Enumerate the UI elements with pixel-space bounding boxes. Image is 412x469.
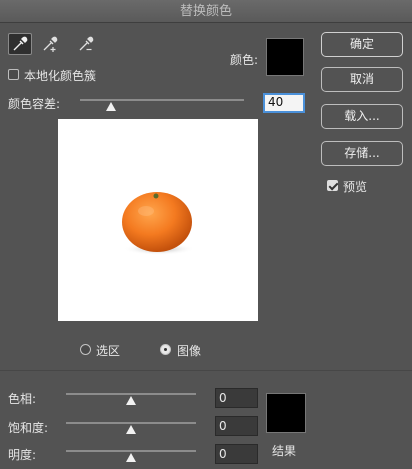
tangerine-image bbox=[122, 192, 195, 255]
localized-clusters-label: 本地化颜色簇 bbox=[24, 69, 97, 83]
fuzziness-slider[interactable] bbox=[80, 99, 244, 101]
lightness-input[interactable]: 0 bbox=[215, 444, 258, 464]
saturation-slider[interactable] bbox=[66, 422, 196, 424]
result-label: 结果 bbox=[272, 444, 297, 458]
hue-input[interactable]: 0 bbox=[215, 388, 258, 408]
save-button[interactable]: 存储... bbox=[321, 141, 403, 166]
hue-slider-thumb[interactable] bbox=[126, 396, 136, 405]
selection-color-swatch[interactable] bbox=[266, 38, 304, 76]
eyedropper-plus-icon bbox=[43, 36, 58, 52]
result-color-swatch[interactable] bbox=[266, 393, 306, 433]
image-view-label: 图像 bbox=[177, 344, 202, 358]
selection-view-label: 选区 bbox=[96, 344, 121, 358]
lightness-slider[interactable] bbox=[66, 450, 196, 452]
lightness-label: 明度: bbox=[8, 448, 37, 462]
preview-image[interactable] bbox=[58, 119, 258, 321]
lightness-slider-thumb[interactable] bbox=[126, 453, 136, 462]
hue-label: 色相: bbox=[8, 392, 37, 406]
fuzziness-input[interactable]: 40 bbox=[263, 93, 305, 113]
hue-slider[interactable] bbox=[66, 393, 196, 395]
section-divider bbox=[0, 370, 412, 371]
load-button[interactable]: 载入... bbox=[321, 104, 403, 129]
subtract-from-sample-tool[interactable] bbox=[74, 33, 98, 55]
saturation-input[interactable]: 0 bbox=[215, 416, 258, 436]
eyedropper-tool[interactable] bbox=[8, 33, 32, 55]
image-view-radio[interactable] bbox=[160, 344, 171, 355]
color-label: 颜色: bbox=[230, 53, 259, 67]
cancel-button[interactable]: 取消 bbox=[321, 67, 403, 92]
saturation-label: 饱和度: bbox=[8, 421, 49, 435]
eyedropper-icon bbox=[13, 36, 28, 51]
preview-label: 预览 bbox=[343, 180, 368, 194]
fuzziness-label: 颜色容差: bbox=[8, 97, 61, 111]
add-to-sample-tool[interactable] bbox=[38, 33, 62, 55]
selection-view-radio[interactable] bbox=[80, 344, 91, 355]
ok-button[interactable]: 确定 bbox=[321, 32, 403, 57]
localized-clusters-checkbox[interactable] bbox=[8, 69, 19, 80]
saturation-slider-thumb[interactable] bbox=[126, 425, 136, 434]
window-title: 替换颜色 bbox=[0, 0, 412, 23]
preview-checkbox[interactable] bbox=[327, 180, 338, 191]
fuzziness-slider-thumb[interactable] bbox=[106, 102, 116, 111]
eyedropper-minus-icon bbox=[79, 36, 94, 51]
